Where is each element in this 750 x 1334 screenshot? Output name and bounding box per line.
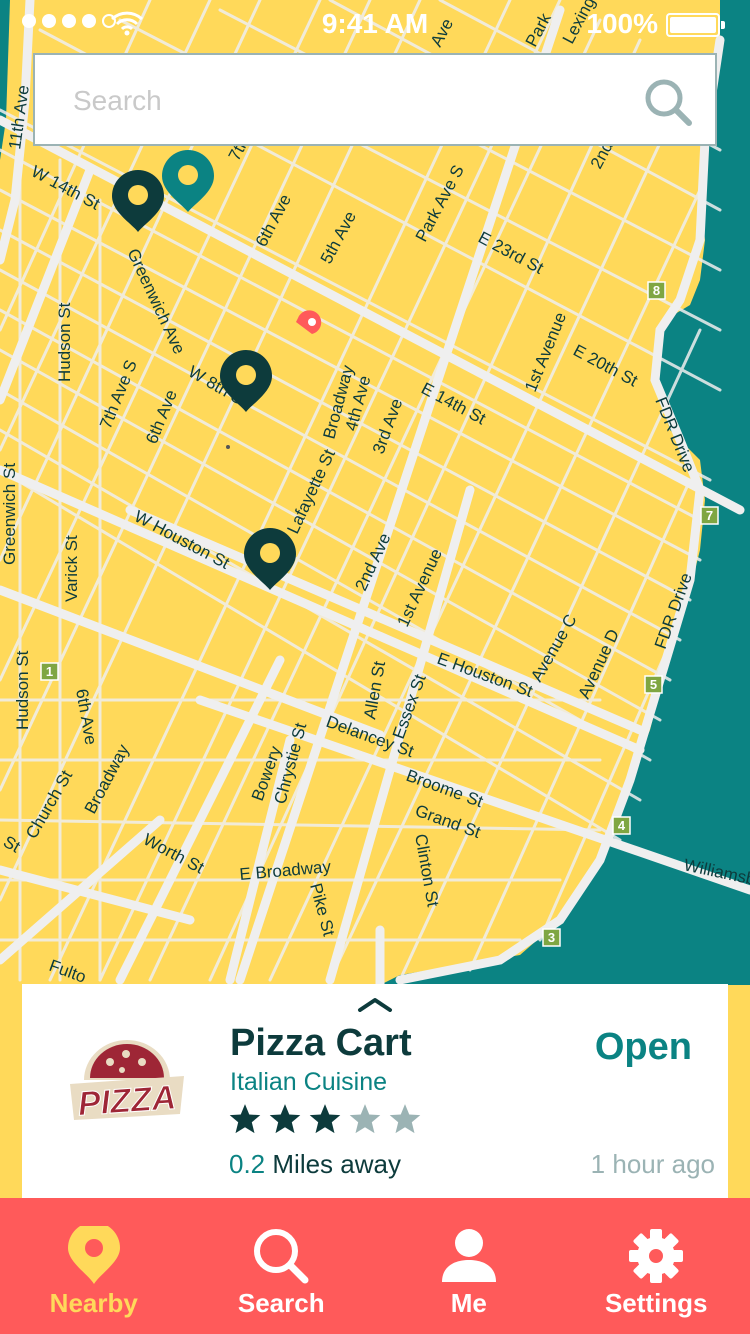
rating-stars xyxy=(228,1102,422,1136)
exit-badge: 5 xyxy=(644,675,663,694)
search-icon[interactable] xyxy=(643,77,693,127)
tab-label: Nearby xyxy=(49,1288,138,1318)
street-label: Hudson St xyxy=(55,302,74,382)
search-bar xyxy=(33,53,717,146)
tab-settings[interactable]: Settings xyxy=(563,1198,750,1334)
tab-label: Settings xyxy=(604,1288,708,1318)
star-empty-icon xyxy=(349,1104,381,1134)
tab-label: Me xyxy=(450,1288,487,1318)
distance-unit: Miles away xyxy=(272,1149,401,1179)
svg-text:1: 1 xyxy=(46,664,53,679)
chevron-up-icon[interactable] xyxy=(357,996,393,1012)
street-label: Varick St xyxy=(62,535,81,602)
street-label: Greenwich St xyxy=(0,463,19,565)
svg-text:4: 4 xyxy=(618,818,626,833)
place-card[interactable]: PIZZA Pizza Cart Italian Cuisine 0.2 Mil… xyxy=(22,984,728,1198)
svg-text:5: 5 xyxy=(650,677,657,692)
gear-icon xyxy=(629,1229,684,1283)
tab-bar: Nearby Search Me Settings xyxy=(0,1198,750,1334)
battery-icon xyxy=(666,13,725,37)
tab-me[interactable]: Me xyxy=(375,1198,563,1334)
open-status: Open xyxy=(594,1026,692,1068)
place-cuisine: Italian Cuisine xyxy=(230,1068,388,1096)
last-updated: 1 hour ago xyxy=(590,1149,715,1179)
tab-nearby[interactable]: Nearby xyxy=(0,1198,188,1334)
tab-label: Search xyxy=(237,1288,325,1318)
exit-badge: 7 xyxy=(700,506,719,525)
svg-text:8: 8 xyxy=(653,283,660,298)
star-empty-icon xyxy=(389,1104,421,1134)
svg-text:7: 7 xyxy=(706,508,713,523)
place-name: Pizza Cart xyxy=(230,1022,412,1064)
distance-value: 0.2 xyxy=(229,1149,266,1179)
pizza-logo: PIZZA xyxy=(70,1040,184,1124)
battery-percent: 100% xyxy=(586,8,658,39)
exit-badge: 3 xyxy=(542,928,561,947)
search-input[interactable] xyxy=(71,55,635,146)
star-icon xyxy=(269,1104,301,1134)
svg-text:3: 3 xyxy=(548,930,555,945)
star-icon xyxy=(309,1104,341,1134)
user-icon xyxy=(441,1229,496,1282)
exit-badge: 1 xyxy=(40,662,59,681)
place-distance: 0.2 Miles away xyxy=(229,1149,401,1180)
exit-badge: 8 xyxy=(647,281,666,300)
exit-badge: 4 xyxy=(612,816,631,835)
map-dot xyxy=(226,445,230,449)
svg-text:PIZZA: PIZZA xyxy=(77,1079,178,1124)
star-icon xyxy=(229,1104,261,1134)
status-bar: 9:41 AM 100% xyxy=(0,0,750,46)
street-label: Hudson St xyxy=(13,650,32,730)
pin-icon xyxy=(67,1226,120,1284)
tab-search[interactable]: Search xyxy=(188,1198,376,1334)
search-icon xyxy=(254,1229,309,1284)
